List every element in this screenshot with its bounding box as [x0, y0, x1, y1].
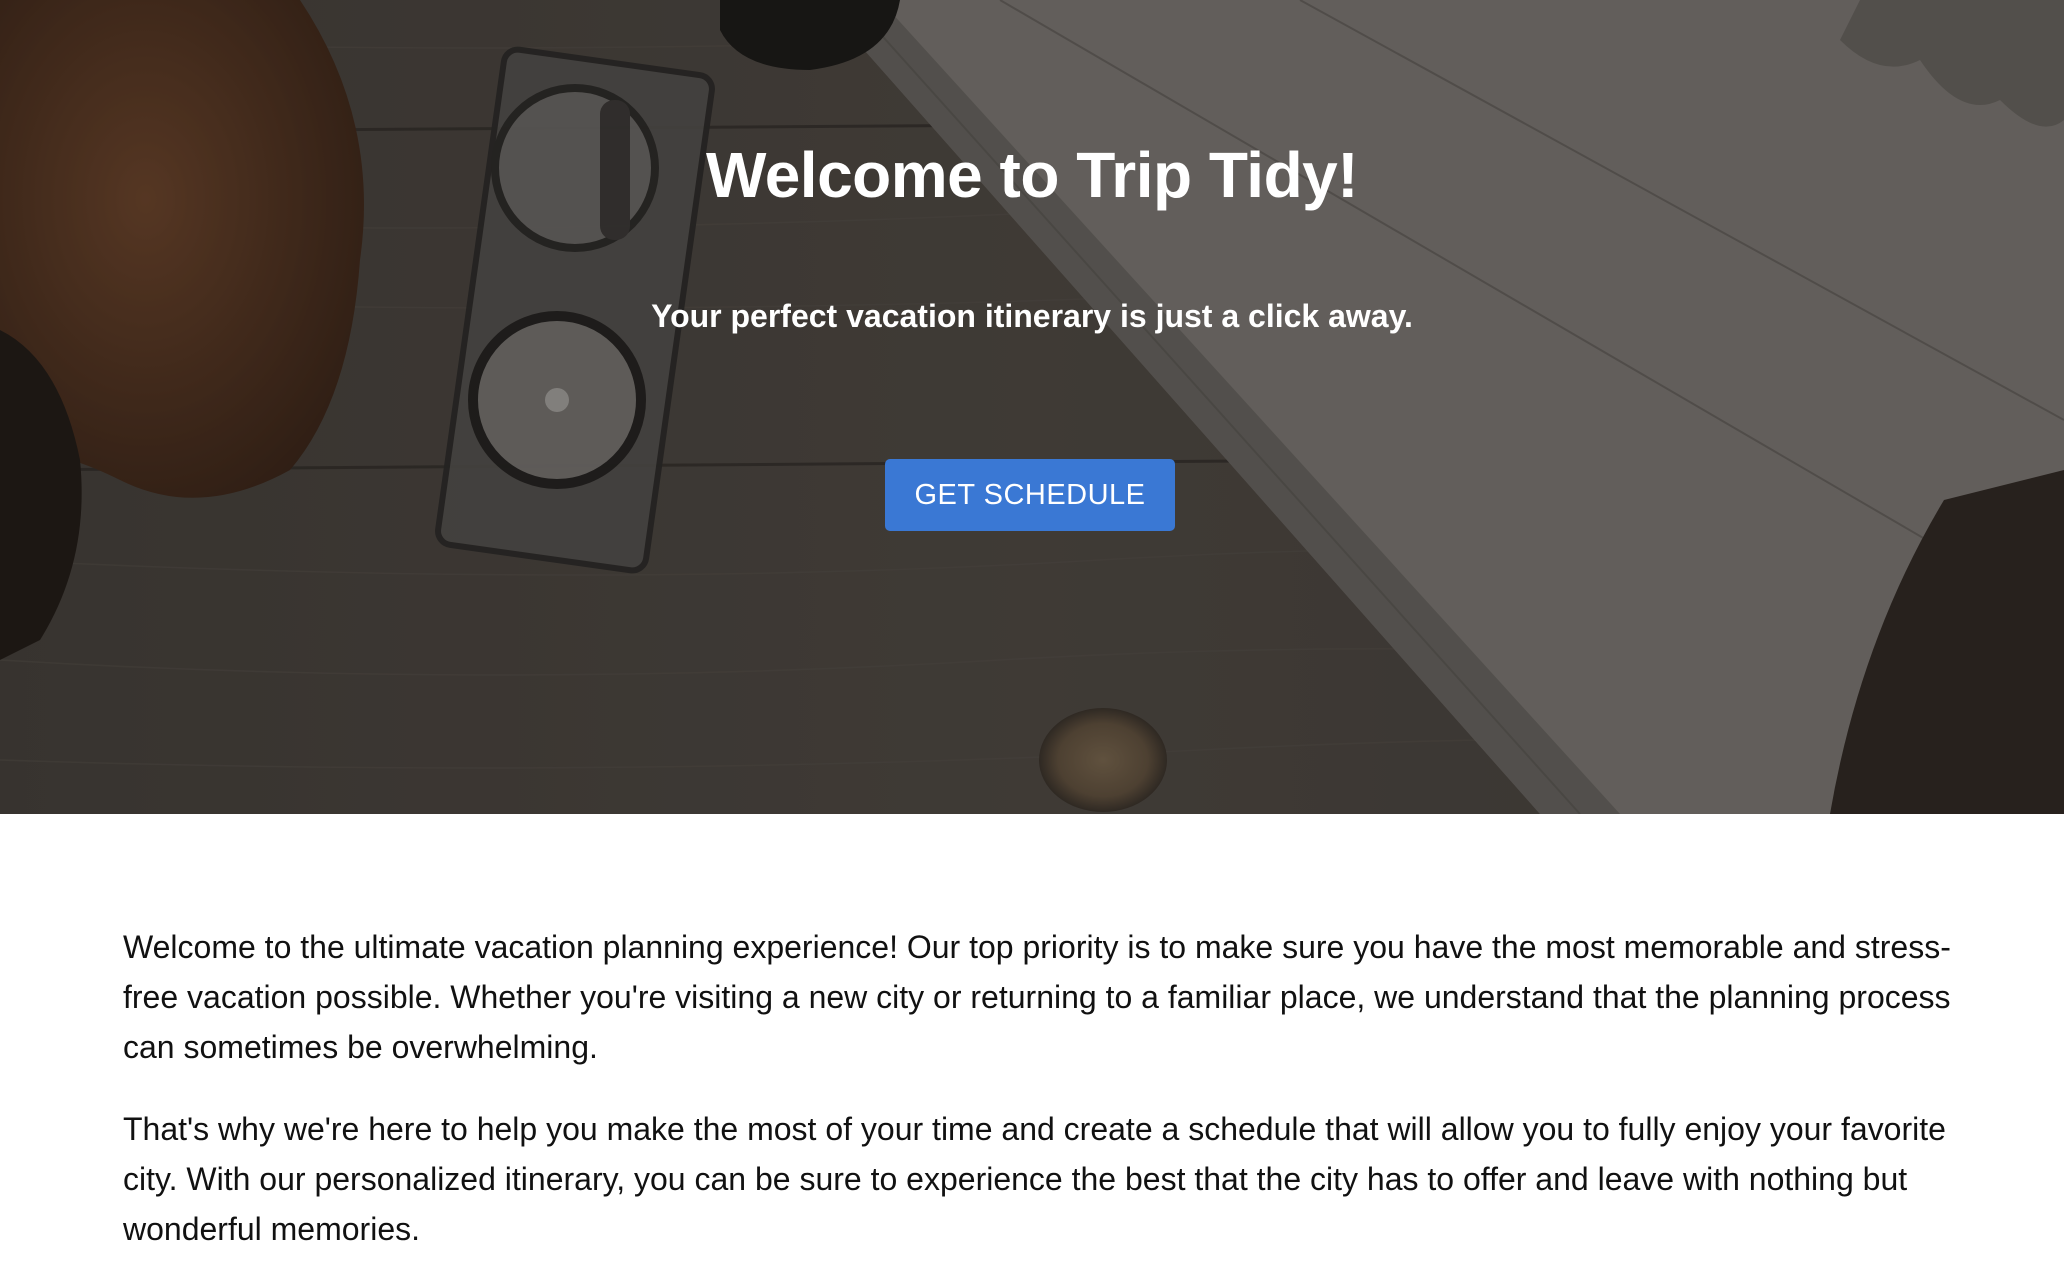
hero-title: Welcome to Trip Tidy! [705, 139, 1359, 211]
hero-banner: Welcome to Trip Tidy! Your perfect vacat… [0, 0, 2064, 814]
get-schedule-button[interactable]: GET SCHEDULE [885, 459, 1175, 531]
intro-section: Welcome to the ultimate vacation plannin… [123, 922, 1963, 1286]
intro-paragraph: That's why we're here to help you make t… [123, 1111, 1946, 1247]
hero-subtitle: Your perfect vacation itinerary is just … [651, 298, 1413, 334]
intro-paragraph: Welcome to the ultimate vacation plannin… [123, 929, 1951, 1065]
hero-content: Welcome to Trip Tidy! Your perfect vacat… [0, 0, 2064, 814]
